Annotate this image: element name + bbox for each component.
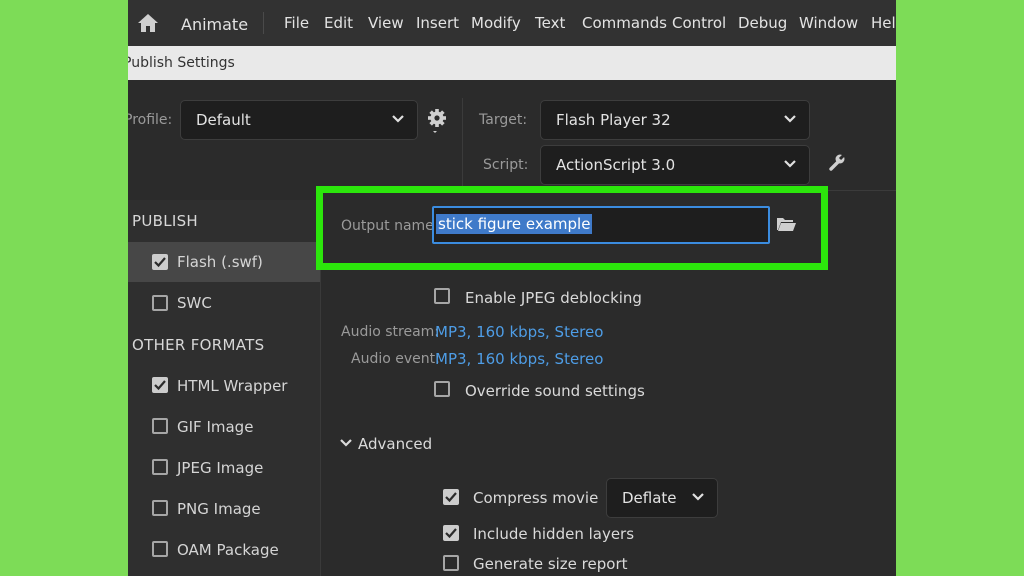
target-value: Flash Player 32 — [556, 111, 671, 129]
menu-insert[interactable]: Insert — [416, 14, 459, 32]
checkmark-icon — [445, 492, 457, 503]
output-name-value: stick figure example — [436, 214, 593, 234]
sidebar-item-label: GIF Image — [177, 418, 254, 436]
compression-method-dropdown[interactable]: Deflate — [606, 478, 718, 518]
audio-event-link[interactable]: MP3, 160 kbps, Stereo — [435, 350, 603, 368]
chevron-down-icon — [784, 160, 796, 168]
home-icon[interactable] — [137, 12, 159, 34]
jpeg-deblocking-checkbox[interactable] — [434, 288, 450, 304]
size-report-checkbox[interactable] — [443, 555, 459, 571]
size-report-label: Generate size report — [473, 555, 628, 573]
menu-file[interactable]: File — [284, 14, 309, 32]
sidebar-item-label: Flash (.swf) — [177, 253, 263, 271]
flash-checkbox[interactable] — [152, 254, 168, 270]
chevron-down-icon — [692, 493, 704, 501]
checkmark-icon — [154, 257, 166, 268]
compression-method-value: Deflate — [622, 489, 677, 507]
jpeg-deblocking-label: Enable JPEG deblocking — [465, 289, 642, 307]
other-formats-section-header: OTHER FORMATS — [132, 336, 265, 354]
compress-movie-checkbox[interactable] — [443, 489, 459, 505]
script-value: ActionScript 3.0 — [556, 156, 676, 174]
wrench-icon[interactable] — [828, 153, 846, 171]
override-sound-checkbox[interactable] — [434, 381, 450, 397]
sidebar-item-swc[interactable]: SWC — [128, 283, 320, 323]
menu-bar: Animate File Edit View Insert Modify Tex… — [128, 0, 896, 46]
sidebar-item-label: HTML Wrapper — [177, 377, 288, 395]
menu-separator — [263, 12, 264, 34]
dialog-title: Publish Settings — [128, 55, 235, 71]
chevron-down-icon — [392, 115, 404, 123]
override-sound-label: Override sound settings — [465, 382, 645, 400]
sidebar-item-flash[interactable]: Flash (.swf) — [128, 242, 320, 282]
gear-icon[interactable] — [424, 104, 450, 134]
sidebar-item-html-wrapper[interactable]: HTML Wrapper — [128, 366, 320, 406]
script-label: Script: — [483, 157, 529, 173]
audio-event-label: Audio event: — [351, 351, 440, 367]
menu-control[interactable]: Control — [672, 14, 726, 32]
output-name-label: Output name: — [341, 218, 439, 234]
profile-value: Default — [196, 111, 251, 129]
checkmark-icon — [445, 528, 457, 539]
sidebar-item-label: PNG Image — [177, 500, 261, 518]
profile-dropdown[interactable]: Default — [180, 100, 418, 140]
audio-stream-label: Audio stream: — [341, 324, 440, 340]
chevron-down-icon[interactable] — [340, 438, 352, 448]
header-divider — [462, 98, 463, 190]
html-wrapper-checkbox[interactable] — [152, 377, 168, 393]
advanced-section-toggle[interactable]: Advanced — [358, 435, 432, 453]
output-name-input[interactable]: stick figure example — [432, 206, 770, 244]
audio-stream-link[interactable]: MP3, 160 kbps, Stereo — [435, 323, 603, 341]
sidebar-item-label: JPEG Image — [177, 459, 264, 477]
profile-label: Profile: — [128, 112, 173, 128]
gif-checkbox[interactable] — [152, 418, 168, 434]
dialog-title-bar: Publish Settings — [128, 46, 896, 80]
swc-checkbox[interactable] — [152, 295, 168, 311]
hidden-layers-checkbox[interactable] — [443, 525, 459, 541]
menu-help[interactable]: Help — [871, 14, 896, 32]
menu-edit[interactable]: Edit — [324, 14, 353, 32]
sidebar-item-jpeg-image[interactable]: JPEG Image — [128, 448, 320, 488]
checkmark-icon — [154, 380, 166, 391]
menu-view[interactable]: View — [368, 14, 404, 32]
sidebar-item-gif-image[interactable]: GIF Image — [128, 407, 320, 447]
hidden-layers-label: Include hidden layers — [473, 525, 635, 543]
oam-checkbox[interactable] — [152, 541, 168, 557]
target-dropdown[interactable]: Flash Player 32 — [540, 100, 810, 140]
script-dropdown[interactable]: ActionScript 3.0 — [540, 145, 810, 185]
menu-debug[interactable]: Debug — [738, 14, 787, 32]
menu-window[interactable]: Window — [799, 14, 858, 32]
sidebar-item-label: SWC — [177, 294, 212, 312]
sidebar-item-oam-package[interactable]: OAM Package — [128, 530, 320, 570]
png-checkbox[interactable] — [152, 500, 168, 516]
app-name: Animate — [181, 15, 249, 34]
menu-text[interactable]: Text — [535, 14, 565, 32]
publish-section-header: PUBLISH — [132, 212, 198, 230]
sidebar-item-png-image[interactable]: PNG Image — [128, 489, 320, 529]
folder-icon[interactable] — [776, 216, 796, 232]
target-label: Target: — [479, 112, 528, 128]
animate-window: Animate File Edit View Insert Modify Tex… — [128, 0, 896, 576]
menu-commands[interactable]: Commands — [582, 14, 667, 32]
chevron-down-icon — [784, 115, 796, 123]
jpeg-checkbox[interactable] — [152, 459, 168, 475]
compress-movie-label: Compress movie — [473, 489, 599, 507]
menu-modify[interactable]: Modify — [471, 14, 521, 32]
sidebar-item-label: OAM Package — [177, 541, 279, 559]
